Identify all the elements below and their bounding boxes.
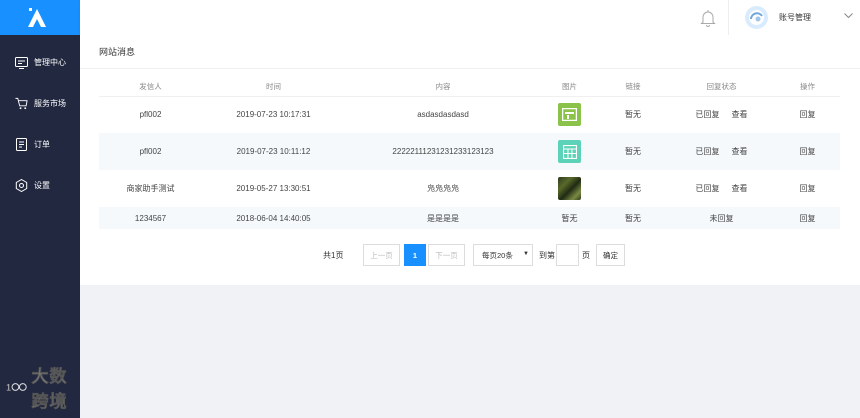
bell-icon[interactable] (700, 9, 716, 27)
reply-link[interactable]: 回复 (800, 110, 816, 119)
watermark-logo-icon: 1 (6, 381, 27, 392)
column-header-content: 内容 (345, 77, 541, 97)
view-link[interactable]: 查看 (732, 110, 748, 119)
pagination: 共1页 上一页 1 下一页 每页20条 ▼ 到第 页 确定 (80, 244, 860, 266)
cell-sender: pfl002 (99, 133, 202, 170)
cell-link: 暂无 (598, 207, 668, 229)
cell-reply-status: 未回复 (668, 207, 775, 229)
cell-content: 凫凫凫凫 (427, 184, 459, 193)
account-menu-label[interactable]: 账号管理 (779, 12, 811, 23)
goto-confirm-button[interactable]: 确定 (596, 244, 625, 266)
sidebar-item-label: 管理中心 (34, 58, 66, 67)
cell-image (541, 170, 598, 207)
reply-status-text: 已回复 (695, 147, 720, 156)
cell-image (541, 133, 598, 170)
cell-time: 2019-07-23 10:17:31 (236, 110, 311, 120)
cell-reply-status: 已回复 查看 (668, 96, 775, 133)
column-header-reply-status: 回复状态 (668, 77, 775, 97)
table-row: pfl002 2019-07-23 10:17:31 asdasdasdasd … (99, 96, 840, 133)
chevron-down-icon[interactable] (844, 12, 853, 21)
view-link[interactable]: 查看 (732, 147, 748, 156)
cart-icon (15, 97, 28, 110)
cell-action: 回复 (775, 207, 840, 229)
goto-page-input[interactable] (556, 244, 579, 266)
sidebar-item-settings[interactable]: 设置 (0, 165, 80, 206)
prev-page-button[interactable]: 上一页 (363, 244, 400, 266)
cell-sender: 1234567 (99, 207, 202, 229)
cell-action: 回复 (775, 133, 840, 170)
sidebar-item-service-market[interactable]: 服务市场 (0, 83, 80, 124)
cell-action: 回复 (775, 96, 840, 133)
cell-link: 暂无 (598, 133, 668, 170)
sidebar: 管理中心 服务市场 订单 设置 1 大数跨境 (0, 0, 80, 418)
page-total: 共1页 (323, 251, 344, 260)
cell-time: 2019-05-27 13:30:51 (236, 184, 311, 193)
page-suffix-label: 页 (582, 251, 590, 260)
table-row: 商家助手测试 2019-05-27 13:30:51 凫凫凫凫 暂无 已回复 查看… (99, 170, 840, 207)
goto-label: 到第 (539, 251, 555, 260)
cell-time: 2018-06-04 14:40:05 (202, 207, 345, 229)
sidebar-item-label: 订单 (34, 140, 50, 149)
reply-link[interactable]: 回复 (800, 184, 816, 193)
message-table: 发信人 时间 内容 图片 链接 回复状态 操作 pfl002 2019-07-2… (99, 77, 840, 229)
watermark-text: 大数跨境 (31, 367, 68, 412)
sidebar-item-label: 设置 (34, 181, 50, 190)
reply-link[interactable]: 回复 (800, 147, 816, 156)
cell-reply-status: 已回复 查看 (668, 133, 775, 170)
cell-content: 22222111231231233123123 (345, 133, 541, 170)
top-header: 账号管理 (80, 0, 860, 35)
column-header-image: 图片 (541, 77, 598, 97)
header-divider (728, 0, 729, 35)
cell-reply-status: 已回复 查看 (668, 170, 775, 207)
image-thumbnail[interactable] (558, 140, 581, 163)
logo-icon (28, 7, 46, 27)
reply-status-text: 未回复 (709, 213, 734, 223)
document-icon (15, 138, 28, 151)
sidebar-item-label: 服务市场 (34, 99, 66, 108)
dropdown-arrow-icon: ▼ (523, 251, 529, 257)
column-header-sender: 发信人 (99, 77, 202, 97)
cell-sender: 商家助手测试 (126, 184, 175, 193)
page-size-value: 每页20条 (482, 250, 513, 260)
sidebar-item-management-center[interactable]: 管理中心 (0, 42, 80, 83)
reply-status-text: 已回复 (695, 110, 720, 120)
column-header-link: 链接 (598, 77, 668, 97)
cell-sender: pfl002 (139, 110, 162, 120)
reply-link[interactable]: 回复 (800, 214, 816, 223)
column-header-action: 操作 (775, 77, 840, 97)
image-thumbnail[interactable] (558, 103, 581, 127)
avatar-icon (749, 10, 764, 25)
gear-icon (15, 179, 28, 192)
cell-content: asdasdasdasd (417, 110, 469, 120)
monitor-icon (15, 56, 28, 69)
reply-status-text: 已回复 (695, 184, 720, 193)
cell-time: 2019-07-23 10:11:12 (202, 133, 345, 170)
table-row: 1234567 2018-06-04 14:40:05 是是是是 暂无 暂无 未… (99, 207, 840, 229)
cell-image (541, 96, 598, 133)
svg-text:1: 1 (6, 381, 11, 392)
next-page-button[interactable]: 下一页 (428, 244, 465, 266)
sidebar-item-orders[interactable]: 订单 (0, 124, 80, 165)
watermark: 1 大数跨境 (6, 362, 80, 412)
cell-image: 暂无 (541, 207, 598, 229)
table-row: pfl002 2019-07-23 10:11:12 2222211123123… (99, 133, 840, 170)
sidebar-nav: 管理中心 服务市场 订单 设置 (0, 42, 80, 206)
view-link[interactable]: 查看 (732, 184, 748, 193)
avatar[interactable] (745, 6, 768, 29)
content-panel: 网站消息 发信人 时间 内容 图片 链接 回复状态 操作 pfl002 2019… (80, 35, 860, 285)
column-header-time: 时间 (202, 77, 345, 97)
app-logo[interactable] (0, 0, 80, 35)
cell-action: 回复 (775, 170, 840, 207)
cell-link: 暂无 (625, 184, 641, 193)
page-size-select[interactable]: 每页20条 ▼ (473, 244, 533, 266)
cell-link: 暂无 (625, 110, 641, 120)
page-title: 网站消息 (80, 35, 860, 69)
page-number-current[interactable]: 1 (404, 244, 426, 266)
cell-content: 是是是是 (345, 207, 541, 229)
image-thumbnail[interactable] (558, 177, 581, 200)
table-header-row: 发信人 时间 内容 图片 链接 回复状态 操作 (99, 77, 840, 97)
